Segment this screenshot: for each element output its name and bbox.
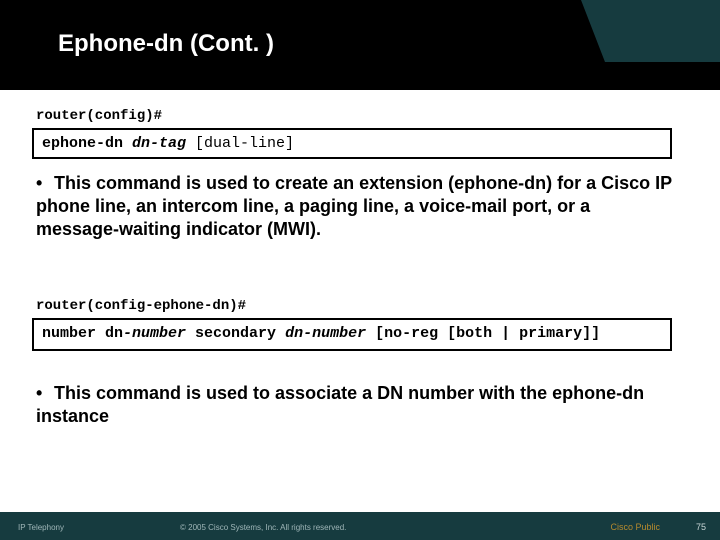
cmd2-part-d: dn-number [285,325,366,342]
cmd2-part-e: [no-reg [both | primary]] [366,325,600,342]
cmd1-arg: dn-tag [132,135,186,152]
title-bar: Ephone-dn (Cont. ) [0,0,720,90]
corner-decoration [605,0,720,62]
page-number: 75 [696,522,706,532]
footer-bar: IP Telephony © 2005 Cisco Systems, Inc. … [0,512,720,540]
command-box-1: ephone-dn dn-tag [dual-line] [32,128,672,159]
bullet-marker: • [36,172,54,195]
footer-copyright: © 2005 Cisco Systems, Inc. All rights re… [180,523,346,532]
bullet-1-text: This command is used to create an extens… [36,173,672,239]
slide: Ephone-dn (Cont. ) router(config)# ephon… [0,0,720,540]
cmd2-part-a: number dn [42,325,123,342]
cmd1-keyword: ephone-dn [42,135,132,152]
cmd2-part-b: -number [123,325,186,342]
bullet-2: •This command is used to associate a DN … [36,382,676,428]
cmd1-option: [dual-line] [186,135,294,152]
slide-title: Ephone-dn (Cont. ) [58,30,274,58]
footer-left: IP Telephony [18,523,64,532]
cmd2-part-c: secondary [186,325,285,342]
footer-right: Cisco Public [610,522,660,532]
cli-prompt-2: router(config-ephone-dn)# [36,298,246,314]
bullet-marker: • [36,382,54,405]
bullet-1: •This command is used to create an exten… [36,172,676,241]
command-box-2: number dn-number secondary dn-number [no… [32,318,672,351]
bullet-2-text: This command is used to associate a DN n… [36,383,644,426]
cli-prompt-1: router(config)# [36,108,162,124]
